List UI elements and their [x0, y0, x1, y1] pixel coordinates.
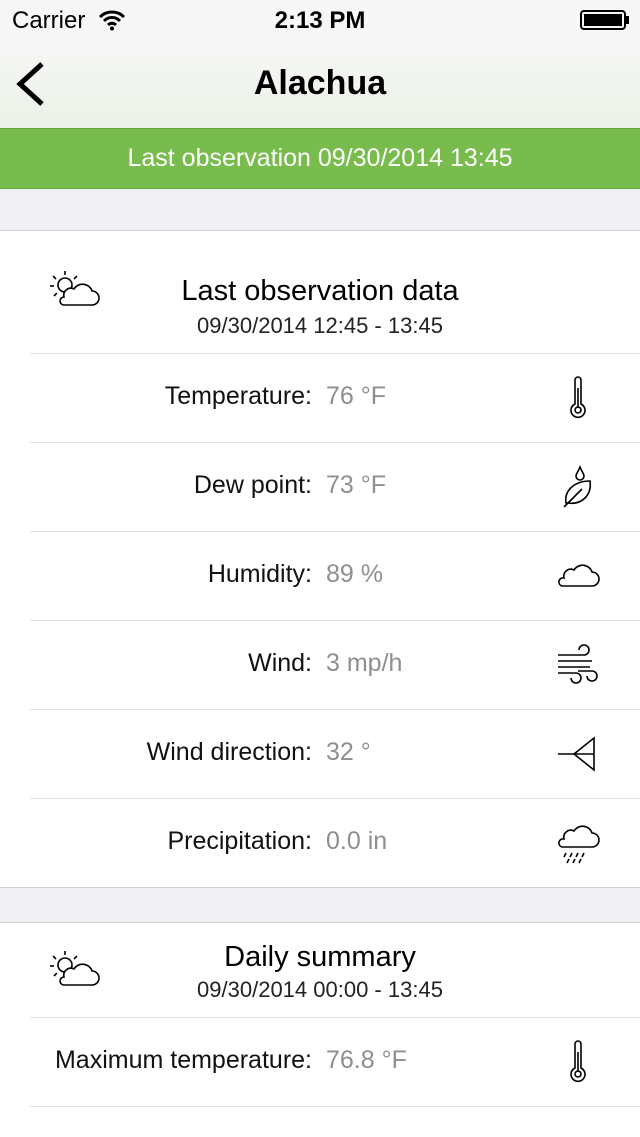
list-item: Maximum temperature: 76.8 °F — [30, 1017, 640, 1106]
status-time: 2:13 PM — [274, 7, 366, 34]
section-title: Last observation data — [181, 275, 459, 307]
battery-icon — [580, 10, 630, 30]
list-item: Dew point: 73 °F — [30, 442, 640, 531]
row-value: 76 °F — [326, 382, 387, 410]
last-observation-section: Last observation data 09/30/2014 12:45 -… — [0, 230, 640, 888]
dew-point-icon — [554, 463, 602, 511]
row-label: Precipitation: — [167, 827, 312, 855]
row-value: 76.8 °F — [326, 1046, 407, 1074]
row-label: Wind: — [248, 649, 312, 677]
list-item: Wind direction: 32 ° — [30, 709, 640, 798]
thermometer-icon — [554, 374, 602, 422]
wind-direction-icon — [554, 730, 602, 778]
status-bar: Carrier 2:13 PM — [0, 0, 640, 40]
section-title: Daily summary — [224, 941, 416, 973]
row-label: Wind direction: — [146, 738, 312, 766]
row-label: Dew point: — [193, 471, 312, 499]
row-label: Humidity: — [207, 560, 312, 588]
last-observation-banner: Last observation 09/30/2014 13:45 — [0, 128, 640, 189]
section-header: Daily summary 09/30/2014 00:00 - 13:45 — [0, 923, 640, 1017]
daily-summary-section: Daily summary 09/30/2014 00:00 - 13:45 M… — [0, 922, 640, 1137]
list-item — [30, 1106, 640, 1137]
list-item: Temperature: 76 °F — [30, 353, 640, 442]
row-value: 3 mp/h — [326, 649, 403, 677]
cloud-icon — [554, 552, 602, 600]
rain-cloud-icon — [554, 819, 602, 867]
list-item: Wind: 3 mp/h — [30, 620, 640, 709]
list-item: Precipitation: 0.0 in — [30, 798, 640, 887]
row-value: 89 % — [326, 560, 383, 588]
row-value: 0.0 in — [326, 827, 388, 855]
row-value: 73 °F — [326, 471, 387, 499]
row-value: 32 ° — [326, 738, 371, 766]
row-label: Maximum temperature: — [54, 1046, 312, 1074]
section-subtitle: 09/30/2014 00:00 - 13:45 — [197, 977, 443, 1002]
banner-text: Last observation 09/30/2014 13:45 — [127, 144, 513, 172]
row-label: Temperature: — [164, 382, 312, 410]
list-item: Humidity: 89 % — [30, 531, 640, 620]
page-title: Alachua — [253, 64, 387, 102]
section-header: Last observation data 09/30/2014 12:45 -… — [0, 231, 640, 353]
navigation-bar: Alachua — [0, 40, 640, 128]
section-subtitle: 09/30/2014 12:45 - 13:45 — [197, 313, 443, 338]
wind-icon — [554, 641, 602, 689]
thermometer-icon — [554, 1038, 602, 1086]
